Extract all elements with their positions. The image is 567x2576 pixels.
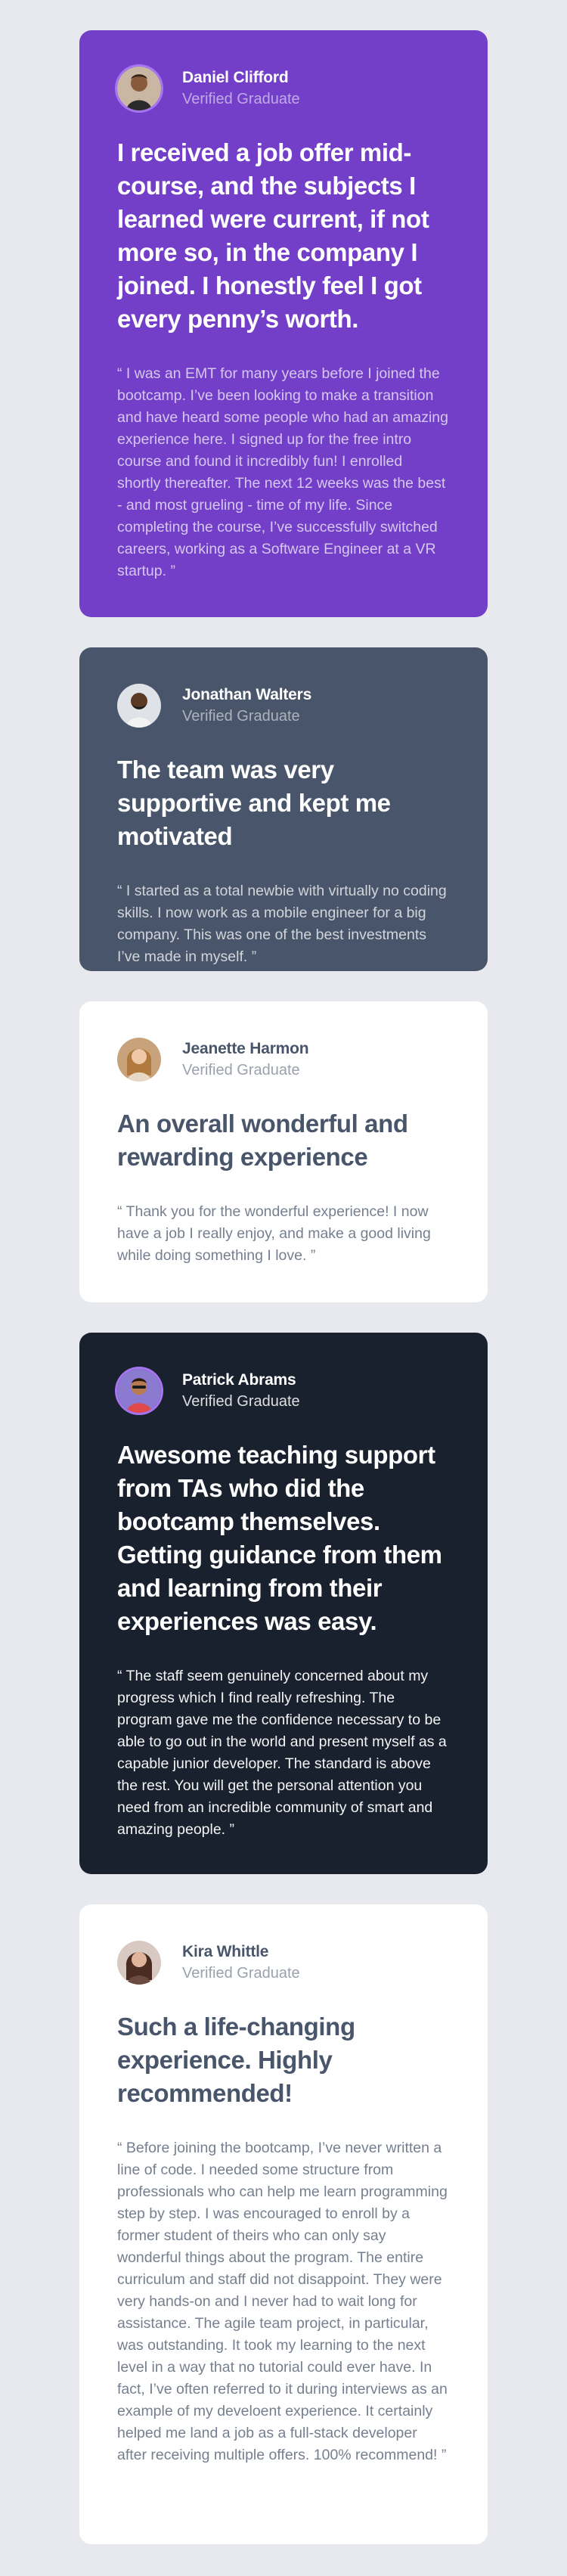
person-name: Patrick Abrams — [182, 1371, 296, 1389]
testimonial-headline: Such a life-changing experience. Highly … — [117, 2013, 355, 2107]
testimonial-quote: “ Before joining the bootcamp, I’ve neve… — [117, 2140, 448, 2463]
person-role: Verified Graduate — [182, 1393, 300, 1410]
testimonial-quote: “ I was an EMT for many years before I j… — [117, 365, 448, 579]
profile: Kira Whittle Verified Graduate — [117, 1941, 450, 1985]
person-role: Verified Graduate — [182, 91, 300, 107]
testimonial-quote: “ I started as a total newbie with virtu… — [117, 883, 447, 965]
testimonial-card-jeanette: Jeanette Harmon Verified Graduate An ove… — [79, 1001, 488, 1302]
avatar-daniel-icon — [117, 67, 161, 110]
testimonial-headline: Awesome teaching support from TAs who di… — [117, 1441, 442, 1635]
avatar-jeanette-icon — [117, 1038, 161, 1082]
testimonial-headline: I received a job offer mid-course, and t… — [117, 138, 429, 333]
testimonial-quote: “ Thank you for the wonderful experience… — [117, 1203, 431, 1264]
avatar-patrick-icon — [117, 1369, 161, 1413]
testimonials-grid: Daniel Clifford Verified Graduate I rece… — [0, 0, 567, 2544]
person-role: Verified Graduate — [182, 1965, 300, 1982]
testimonial-card-patrick: Patrick Abrams Verified Graduate Awesome… — [79, 1333, 488, 1874]
testimonial-card-daniel: Daniel Clifford Verified Graduate I rece… — [79, 30, 488, 617]
profile: Patrick Abrams Verified Graduate — [117, 1369, 450, 1413]
profile: Jeanette Harmon Verified Graduate — [117, 1038, 450, 1082]
person-role: Verified Graduate — [182, 1062, 300, 1079]
testimonial-headline: An overall wonderful and rewarding exper… — [117, 1110, 408, 1171]
testimonial-headline: The team was very supportive and kept me… — [117, 756, 391, 850]
person-name: Jeanette Harmon — [182, 1040, 309, 1057]
testimonial-quote: “ The staff seem genuinely concerned abo… — [117, 1668, 447, 1838]
person-name: Jonathan Walters — [182, 686, 312, 703]
testimonial-card-kira: Kira Whittle Verified Graduate Such a li… — [79, 1904, 488, 2544]
profile: Daniel Clifford Verified Graduate — [117, 67, 450, 110]
profile: Jonathan Walters Verified Graduate — [117, 684, 450, 728]
person-role: Verified Graduate — [182, 708, 300, 725]
person-name: Daniel Clifford — [182, 69, 289, 86]
avatar-jonathan-icon — [117, 684, 161, 728]
avatar-kira-icon — [117, 1941, 161, 1985]
testimonial-card-jonathan: Jonathan Walters Verified Graduate The t… — [79, 647, 488, 971]
person-name: Kira Whittle — [182, 1943, 269, 1960]
